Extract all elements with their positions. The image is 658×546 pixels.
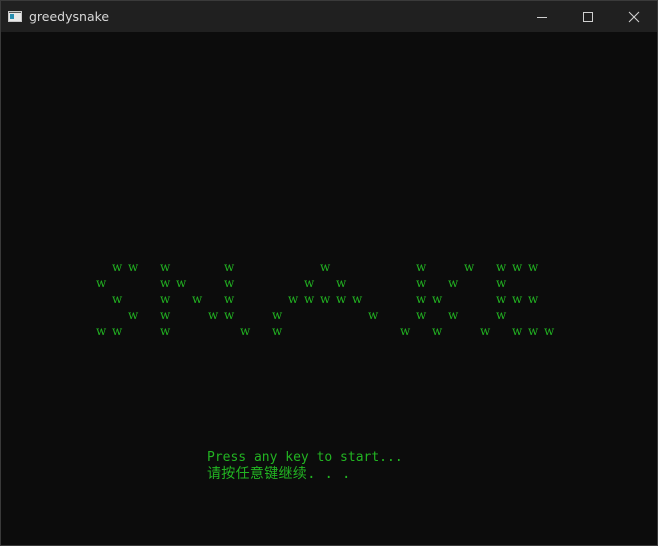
banner-glyph: w: [224, 260, 235, 274]
banner-glyph: w: [208, 308, 219, 322]
banner-glyph: w: [176, 276, 187, 290]
banner-glyph: w: [192, 292, 203, 306]
banner-glyph: w: [544, 324, 555, 338]
banner-glyph: w: [160, 292, 171, 306]
minimize-icon: [537, 16, 547, 18]
banner-glyph: w: [368, 308, 379, 322]
banner-glyph: w: [320, 260, 331, 274]
banner-glyph: w: [528, 260, 539, 274]
press-any-key-text: Press any key to start...: [207, 450, 403, 465]
banner-glyph: w: [128, 260, 139, 274]
banner-glyph: w: [352, 292, 363, 306]
banner-glyph: w: [496, 276, 507, 290]
banner-glyph: w: [272, 324, 283, 338]
close-button[interactable]: [611, 1, 657, 32]
minimize-button[interactable]: [519, 1, 565, 32]
window-title: greedysnake: [29, 9, 110, 24]
banner-glyph: w: [512, 260, 523, 274]
banner-glyph: w: [416, 276, 427, 290]
banner-glyph: w: [304, 276, 315, 290]
banner-glyph: w: [512, 324, 523, 338]
banner-glyph: w: [128, 308, 139, 322]
banner-glyph: w: [528, 292, 539, 306]
press-any-key-text-cn: 请按任意键继续. . .: [207, 466, 351, 482]
banner-glyph: w: [160, 260, 171, 274]
title-bar[interactable]: greedysnake: [1, 1, 657, 32]
banner-glyph: w: [416, 308, 427, 322]
console-app-icon[interactable]: [8, 11, 22, 22]
banner-glyph: w: [224, 292, 235, 306]
banner-glyph: w: [416, 292, 427, 306]
banner-glyph: w: [336, 276, 347, 290]
banner-glyph: w: [224, 276, 235, 290]
maximize-button[interactable]: [565, 1, 611, 32]
banner-glyph: w: [112, 292, 123, 306]
banner-glyph: w: [464, 260, 475, 274]
banner-glyph: w: [448, 308, 459, 322]
banner-glyph: w: [336, 292, 347, 306]
banner-glyph: w: [496, 260, 507, 274]
banner-glyph: w: [272, 308, 283, 322]
banner-glyph: w: [304, 292, 315, 306]
console-output[interactable]: wwwwwwwwwwwwwwwwwwwwwwwwwwwwwwwwwwwwwwww…: [1, 32, 657, 545]
banner-glyph: w: [96, 324, 107, 338]
banner-glyph: w: [96, 276, 107, 290]
banner-glyph: w: [448, 276, 459, 290]
maximize-icon: [583, 11, 593, 22]
close-icon: [628, 11, 640, 22]
banner-glyph: w: [160, 324, 171, 338]
app-window: greedysnake wwwwwwwwwwwwwwwwwwwwwwwwwww: [0, 0, 658, 546]
banner-glyph: w: [496, 292, 507, 306]
banner-glyph: w: [400, 324, 411, 338]
window-controls: [519, 1, 657, 32]
banner-glyph: w: [512, 292, 523, 306]
banner-glyph: w: [432, 292, 443, 306]
banner-glyph: w: [240, 324, 251, 338]
banner-glyph: w: [480, 324, 491, 338]
banner-glyph: w: [160, 276, 171, 290]
banner-glyph: w: [496, 308, 507, 322]
banner-glyph: w: [320, 292, 331, 306]
banner-glyph: w: [432, 324, 443, 338]
banner-glyph: w: [112, 324, 123, 338]
banner-glyph: w: [112, 260, 123, 274]
banner-glyph: w: [416, 260, 427, 274]
banner-glyph: w: [288, 292, 299, 306]
banner-glyph: w: [528, 324, 539, 338]
banner-glyph: w: [160, 308, 171, 322]
banner-glyph: w: [224, 308, 235, 322]
